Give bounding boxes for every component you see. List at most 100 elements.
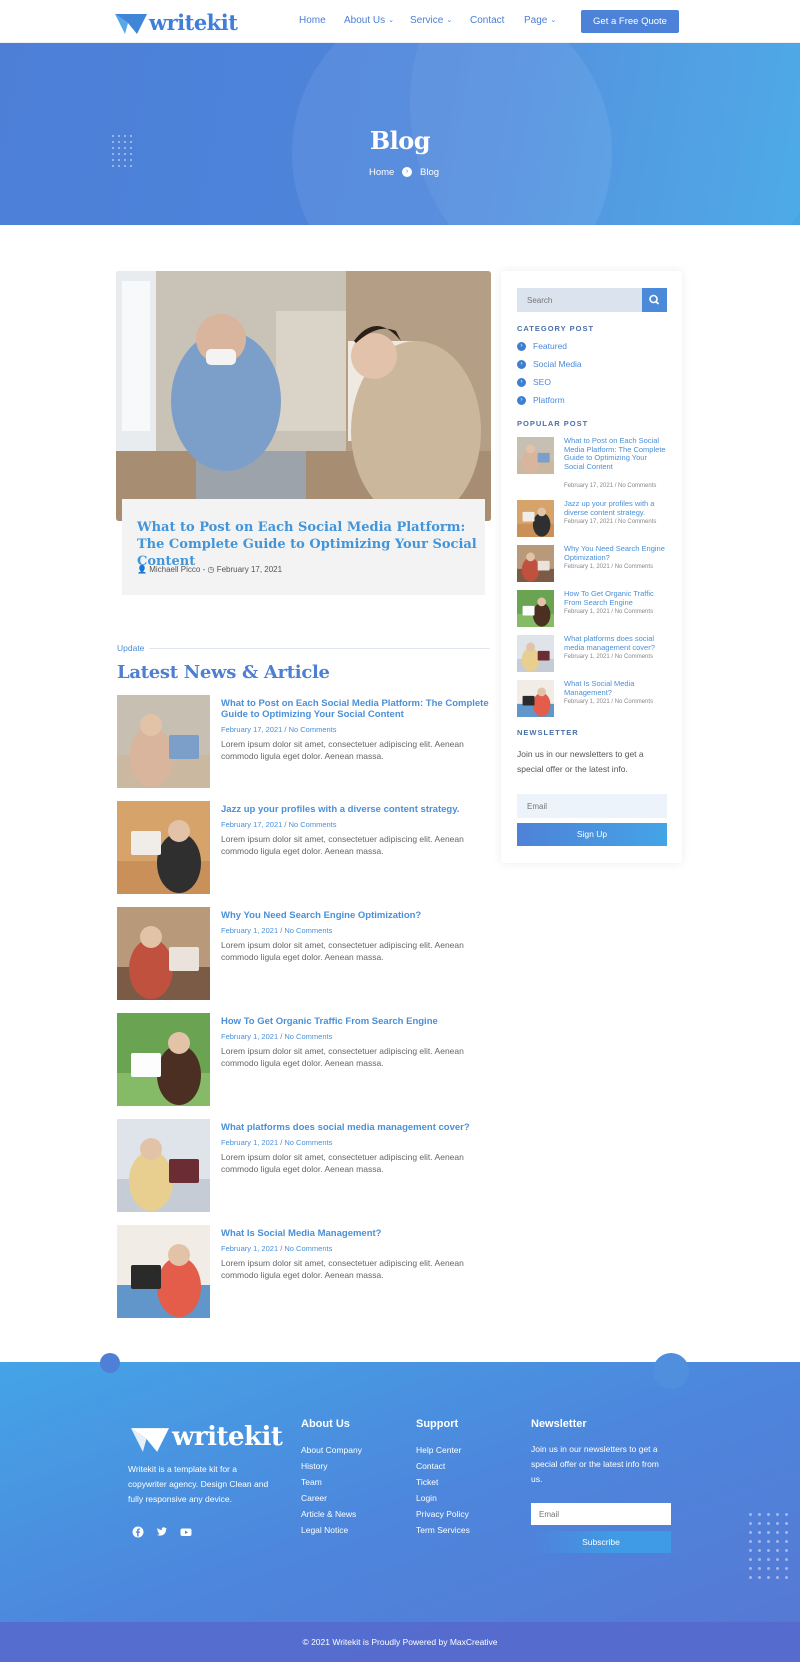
logo-icon[interactable] xyxy=(131,1428,169,1452)
post-comments[interactable]: No Comments xyxy=(284,1138,332,1147)
popular-post[interactable]: Why You Need Search Engine Optimization?… xyxy=(517,544,669,585)
footer-link[interactable]: Term Services xyxy=(416,1525,470,1535)
popular-post-thumbnail[interactable] xyxy=(517,635,554,672)
popular-post-title[interactable]: What to Post on Each Social Media Platfo… xyxy=(564,436,669,471)
post-author: Michaell Picco xyxy=(149,565,201,574)
popular-post-thumbnail[interactable] xyxy=(517,680,554,717)
post-title[interactable]: What platforms does social media managem… xyxy=(221,1122,493,1133)
newsletter-email-input[interactable] xyxy=(517,794,667,818)
post-date[interactable]: February 1, 2021 xyxy=(221,1138,278,1147)
footer-support-heading: Support xyxy=(416,1418,459,1430)
nav-about-us[interactable]: About Us ⌄ xyxy=(344,15,394,26)
post-thumbnail[interactable] xyxy=(117,1225,210,1318)
facebook-icon[interactable] xyxy=(132,1526,144,1538)
post-comments[interactable]: No Comments xyxy=(289,725,337,734)
post-date[interactable]: February 1, 2021 xyxy=(221,1032,278,1041)
subscribe-button[interactable]: Subscribe xyxy=(531,1531,671,1553)
popular-post-title[interactable]: Why You Need Search Engine Optimization? xyxy=(564,544,669,562)
brand-logo[interactable]: writekit xyxy=(149,10,238,35)
section-eyebrow: Update xyxy=(117,643,145,653)
post-item[interactable]: Jazz up your profiles with a diverse con… xyxy=(117,801,492,896)
footer-link[interactable]: Article & News xyxy=(301,1509,356,1519)
category-link[interactable]: › Platform xyxy=(517,395,565,406)
get-quote-button[interactable]: Get a Free Quote xyxy=(581,10,679,33)
post-item[interactable]: How To Get Organic Traffic From Search E… xyxy=(117,1013,492,1108)
post-thumbnail[interactable] xyxy=(117,695,210,788)
footer-brand[interactable]: writekit xyxy=(172,1422,283,1452)
post-excerpt: Lorem ipsum dolor sit amet, consectetuer… xyxy=(221,1258,464,1280)
popular-post-title[interactable]: What platforms does social media managem… xyxy=(564,634,669,652)
footer-link[interactable]: Privacy Policy xyxy=(416,1509,469,1519)
featured-post-title[interactable]: What to Post on Each Social Media Platfo… xyxy=(137,519,477,570)
post-date[interactable]: February 1, 2021 xyxy=(221,1244,278,1253)
category-link[interactable]: › Social Media xyxy=(517,359,582,370)
post-item[interactable]: Why You Need Search Engine Optimization?… xyxy=(117,907,492,1002)
footer-link[interactable]: History xyxy=(301,1461,327,1471)
featured-image[interactable] xyxy=(116,271,491,521)
popular-post[interactable]: What platforms does social media managem… xyxy=(517,634,669,675)
post-date[interactable]: February 17, 2021 xyxy=(221,725,282,734)
featured-post-card[interactable]: What to Post on Each Social Media Platfo… xyxy=(122,499,485,595)
search-input[interactable] xyxy=(517,288,643,312)
footer-link[interactable]: Career xyxy=(301,1493,327,1503)
post-comments: No Comments xyxy=(614,654,654,660)
nav-service[interactable]: Service ⌄ xyxy=(410,15,452,26)
post-comments[interactable]: No Comments xyxy=(284,926,332,935)
post-thumbnail[interactable] xyxy=(117,1119,210,1212)
chevron-right-icon: › xyxy=(402,167,412,177)
popular-post-thumbnail[interactable] xyxy=(517,437,554,474)
post-thumbnail[interactable] xyxy=(117,801,210,894)
post-item[interactable]: What to Post on Each Social Media Platfo… xyxy=(117,695,492,790)
post-title[interactable]: Why You Need Search Engine Optimization? xyxy=(221,910,493,921)
popular-post-title[interactable]: What Is Social Media Management? xyxy=(564,679,669,697)
nav-page[interactable]: Page ⌄ xyxy=(524,15,556,26)
footer-link[interactable]: Contact xyxy=(416,1461,445,1471)
footer-link[interactable]: About Company xyxy=(301,1445,362,1455)
post-title[interactable]: How To Get Organic Traffic From Search E… xyxy=(221,1016,493,1027)
popular-post-thumbnail[interactable] xyxy=(517,590,554,627)
post-comments[interactable]: No Comments xyxy=(289,820,337,829)
popular-post[interactable]: How To Get Organic Traffic From Search E… xyxy=(517,589,669,630)
dot xyxy=(749,1513,752,1516)
dot xyxy=(776,1540,779,1543)
post-comments[interactable]: No Comments xyxy=(284,1244,332,1253)
footer-link[interactable]: Ticket xyxy=(416,1477,438,1487)
popular-post-title[interactable]: Jazz up your profiles with a diverse con… xyxy=(564,499,669,517)
search-button[interactable] xyxy=(642,288,667,312)
nav-contact[interactable]: Contact xyxy=(470,15,504,26)
footer-email-input[interactable] xyxy=(531,1503,671,1525)
post-title[interactable]: What to Post on Each Social Media Platfo… xyxy=(221,698,493,720)
dot xyxy=(130,165,132,167)
popular-post[interactable]: Jazz up your profiles with a diverse con… xyxy=(517,499,669,540)
footer-link[interactable]: Help Center xyxy=(416,1445,461,1455)
popular-post[interactable]: What Is Social Media Management? February… xyxy=(517,679,669,720)
dot xyxy=(776,1513,779,1516)
clock-icon: ◷ xyxy=(207,565,215,574)
post-date[interactable]: February 17, 2021 xyxy=(221,820,282,829)
category-link[interactable]: › SEO xyxy=(517,377,551,388)
popular-post-thumbnail[interactable] xyxy=(517,500,554,537)
popular-post-title[interactable]: How To Get Organic Traffic From Search E… xyxy=(564,589,669,607)
breadcrumb-home[interactable]: Home xyxy=(369,167,394,178)
nav-home[interactable]: Home xyxy=(299,15,326,26)
popular-post[interactable]: What to Post on Each Social Media Platfo… xyxy=(517,436,669,489)
post-comments[interactable]: No Comments xyxy=(284,1032,332,1041)
logo-icon[interactable] xyxy=(115,14,147,34)
post-item[interactable]: What Is Social Media Management? February… xyxy=(117,1225,492,1320)
post-title[interactable]: What Is Social Media Management? xyxy=(221,1228,493,1239)
post-thumbnail[interactable] xyxy=(117,907,210,1000)
post-date[interactable]: February 1, 2021 xyxy=(221,926,278,935)
twitter-icon[interactable] xyxy=(156,1526,168,1538)
post-item[interactable]: What platforms does social media managem… xyxy=(117,1119,492,1214)
footer-link[interactable]: Team xyxy=(301,1477,322,1487)
youtube-icon[interactable] xyxy=(180,1526,192,1538)
footer-link[interactable]: Legal Notice xyxy=(301,1525,348,1535)
post-thumbnail[interactable] xyxy=(117,1013,210,1106)
category-link[interactable]: › Featured xyxy=(517,341,567,352)
post-title[interactable]: Jazz up your profiles with a diverse con… xyxy=(221,804,493,815)
signup-button[interactable]: Sign Up xyxy=(517,823,667,846)
popular-post-thumbnail[interactable] xyxy=(517,545,554,582)
footer-link[interactable]: Login xyxy=(416,1493,437,1503)
popular-post-meta: February 1, 2021 / No Comments xyxy=(564,609,653,615)
chevron-right-icon: › xyxy=(517,378,526,388)
